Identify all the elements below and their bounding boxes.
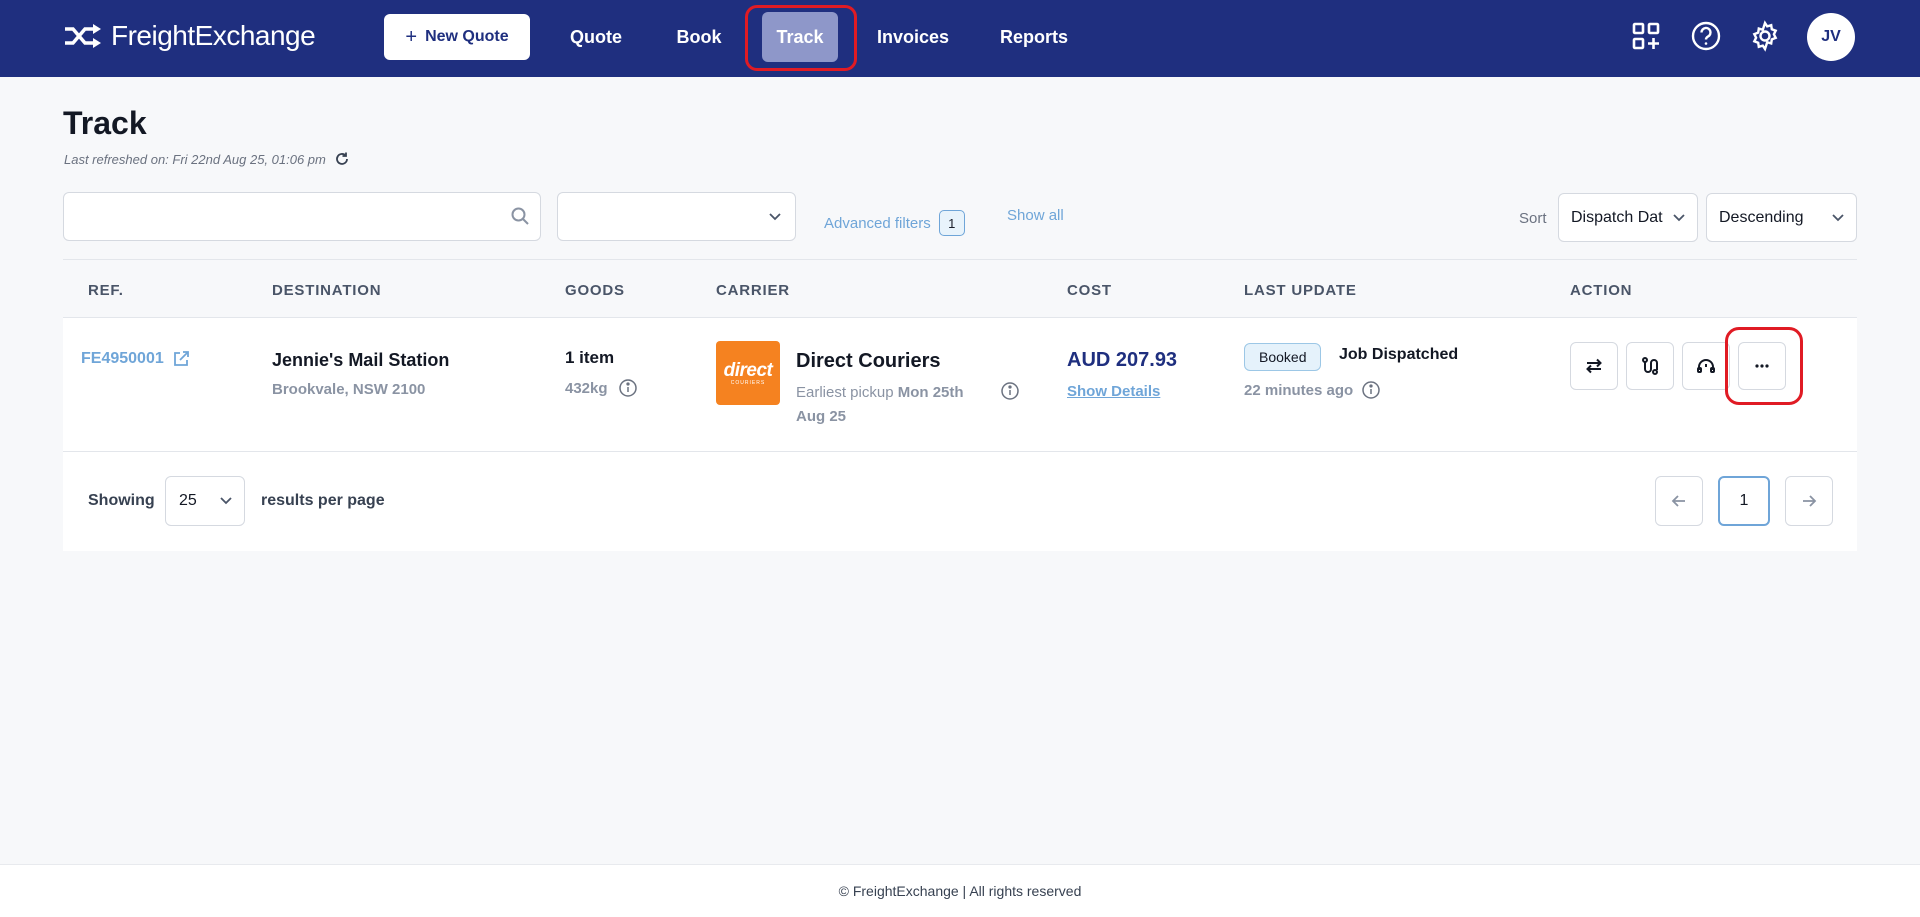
route-icon <box>1642 357 1658 375</box>
sort-by-value: Dispatch Dat <box>1571 208 1663 226</box>
info-icon[interactable] <box>1361 380 1381 400</box>
brand-logo[interactable]: FreightExchange <box>63 20 316 52</box>
cost-value: AUD 207.93 <box>1067 349 1178 371</box>
chevron-down-icon <box>1830 209 1846 225</box>
swap-icon <box>1586 358 1602 374</box>
refresh-icon[interactable] <box>334 151 350 167</box>
showing-label: Showing <box>88 492 155 509</box>
column-header-goods: GOODS <box>565 282 625 299</box>
show-all-link[interactable]: Show all <box>1007 207 1064 224</box>
per-page-value: 25 <box>179 492 197 509</box>
advanced-filters-link[interactable]: Advanced filters 1 <box>824 210 965 236</box>
destination-name: Jennie's Mail Station <box>272 350 450 370</box>
pagination-bar: Showing 25 results per page 1 <box>63 452 1857 551</box>
info-icon[interactable] <box>618 378 638 398</box>
footer: © FreightExchange | All rights reserved <box>0 864 1920 917</box>
advanced-filters-label: Advanced filters <box>824 214 931 232</box>
user-avatar[interactable]: JV <box>1807 13 1855 61</box>
gear-icon[interactable] <box>1747 18 1783 54</box>
per-page-label: results per page <box>261 492 385 509</box>
arrow-left-icon <box>1671 495 1685 507</box>
brand-name: FreightExchange <box>111 20 316 51</box>
per-page-select[interactable]: 25 <box>165 476 245 526</box>
column-header-action: ACTION <box>1570 282 1633 299</box>
sort-by-select[interactable]: Dispatch Dat <box>1558 193 1698 242</box>
info-icon[interactable] <box>1000 381 1020 401</box>
page-number-button[interactable]: 1 <box>1718 476 1770 526</box>
carrier-pickup: Earliest pickup Mon 25th Aug 25 <box>796 381 996 429</box>
support-icon <box>1697 359 1715 373</box>
sort-label: Sort <box>1519 210 1547 227</box>
goods-weight-value: 432kg <box>565 379 608 397</box>
show-details-link[interactable]: Show Details <box>1067 383 1160 400</box>
help-icon[interactable] <box>1688 18 1724 54</box>
column-header-last-update: LAST UPDATE <box>1244 282 1357 299</box>
carrier-name: Direct Couriers <box>796 350 941 372</box>
shipment-ref: FE4950001 <box>81 350 164 367</box>
next-page-button[interactable] <box>1785 476 1833 526</box>
chevron-down-icon <box>769 213 781 221</box>
nav-reports[interactable]: Reports <box>992 12 1076 62</box>
shipments-table: REF. DESTINATION GOODS CARRIER COST LAST… <box>63 259 1857 551</box>
footer-text: © FreightExchange | All rights reserved <box>838 883 1082 899</box>
prev-page-button[interactable] <box>1655 476 1703 526</box>
new-quote-label: New Quote <box>425 28 509 45</box>
route-action-button[interactable] <box>1626 342 1674 390</box>
support-action-button[interactable] <box>1682 342 1730 390</box>
sort-order-value: Descending <box>1719 208 1804 226</box>
status-badge: Booked <box>1244 343 1322 371</box>
last-refreshed: Last refreshed on: Fri 22nd Aug 25, 01:0… <box>64 151 350 167</box>
last-refreshed-text: Last refreshed on: Fri 22nd Aug 25, 01:0… <box>64 151 326 167</box>
arrow-right-icon <box>1803 495 1817 507</box>
shipment-ref-link[interactable]: FE4950001 <box>81 350 190 368</box>
destination-address: Brookvale, NSW 2100 <box>272 381 426 398</box>
column-header-carrier: CARRIER <box>716 282 790 299</box>
goods-weight: 432kg <box>565 378 638 398</box>
apps-add-icon[interactable] <box>1628 18 1664 54</box>
nav-invoices[interactable]: Invoices <box>870 12 956 62</box>
status-time-value: 22 minutes ago <box>1244 381 1354 399</box>
track-highlight-annotation <box>745 5 857 71</box>
sort-order-select[interactable]: Descending <box>1706 193 1857 242</box>
nav-book[interactable]: Book <box>663 12 735 62</box>
shuffle-logo-icon <box>65 24 101 48</box>
advanced-filters-count-badge: 1 <box>938 210 965 236</box>
status-filter-select[interactable] <box>557 192 796 241</box>
status-text: Job Dispatched <box>1339 346 1459 363</box>
carrier-logo-text: direct <box>723 359 773 381</box>
plus-icon: + <box>405 25 418 48</box>
column-header-destination: DESTINATION <box>272 282 382 299</box>
external-link-icon <box>173 351 189 366</box>
chevron-down-icon <box>1671 209 1687 225</box>
carrier-logo: direct COURIERS <box>716 341 780 405</box>
chevron-down-icon <box>220 497 232 505</box>
carrier-logo-subtext: COURIERS <box>730 379 766 386</box>
swap-action-button[interactable] <box>1570 342 1618 390</box>
goods-items: 1 item <box>565 348 615 367</box>
page-title: Track <box>63 105 147 141</box>
table-row: FE4950001 Jennie's Mail Station Brookval… <box>63 318 1857 452</box>
table-header: REF. DESTINATION GOODS CARRIER COST LAST… <box>63 259 1857 318</box>
nav-quote[interactable]: Quote <box>555 12 637 62</box>
pickup-label: Earliest pickup <box>796 384 894 401</box>
top-navigation-bar: FreightExchange + New Quote Quote Book T… <box>0 0 1920 77</box>
status-time: 22 minutes ago <box>1244 380 1381 400</box>
search-icon <box>511 207 529 225</box>
column-header-ref: REF. <box>88 282 124 299</box>
column-header-cost: COST <box>1067 282 1112 299</box>
search-input[interactable] <box>63 192 541 241</box>
more-actions-highlight-annotation <box>1725 327 1803 405</box>
new-quote-button[interactable]: + New Quote <box>384 14 530 60</box>
